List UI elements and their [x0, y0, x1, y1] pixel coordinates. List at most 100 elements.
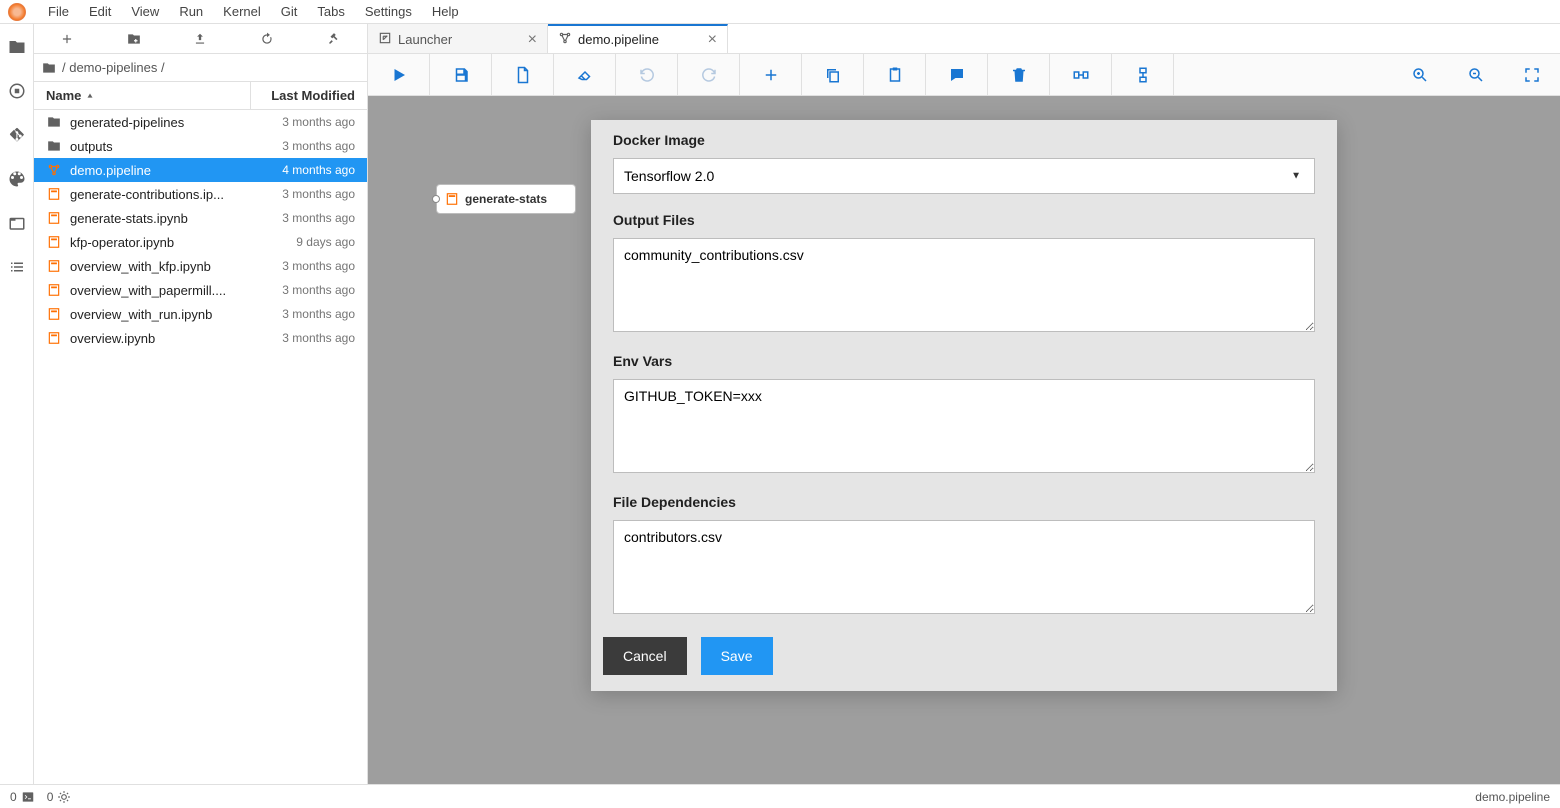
- save-pipeline-button[interactable]: [430, 54, 492, 95]
- arrange-h-button[interactable]: [1050, 54, 1112, 95]
- file-modified: 3 months ago: [282, 115, 355, 129]
- column-name[interactable]: Name: [34, 82, 251, 109]
- tabs-icon[interactable]: [8, 214, 26, 232]
- file-browser-toolbar: [34, 24, 367, 54]
- refresh-button[interactable]: [234, 32, 301, 46]
- notebook-icon: [46, 306, 62, 322]
- delete-button[interactable]: [988, 54, 1050, 95]
- content-area: Launcher × demo.pipeline ×: [368, 24, 1560, 784]
- pipeline-icon: [558, 31, 572, 48]
- zoom-out-button[interactable]: [1448, 54, 1504, 95]
- file-row[interactable]: overview.ipynb3 months ago: [34, 326, 367, 350]
- status-kernels[interactable]: 0: [47, 790, 72, 804]
- clear-button[interactable]: [554, 54, 616, 95]
- export-button[interactable]: [492, 54, 554, 95]
- file-name: outputs: [70, 139, 282, 154]
- file-modified: 4 months ago: [282, 163, 355, 177]
- pipeline-canvas[interactable]: generate-stats Docker Image Tensorflow 2…: [368, 96, 1560, 784]
- file-row[interactable]: demo.pipeline4 months ago: [34, 158, 367, 182]
- new-launcher-button[interactable]: [34, 32, 101, 46]
- zoom-in-button[interactable]: [1392, 54, 1448, 95]
- menu-edit[interactable]: Edit: [79, 2, 121, 21]
- notebook-icon: [46, 210, 62, 226]
- menu-help[interactable]: Help: [422, 2, 469, 21]
- file-row[interactable]: generate-contributions.ip...3 months ago: [34, 182, 367, 206]
- terminal-icon: [21, 790, 35, 804]
- menu-view[interactable]: View: [121, 2, 169, 21]
- notebook-icon: [46, 234, 62, 250]
- activity-bar: [0, 24, 34, 784]
- paste-button[interactable]: [864, 54, 926, 95]
- folder-icon[interactable]: [8, 38, 26, 56]
- status-filename: demo.pipeline: [1475, 790, 1550, 804]
- tab-launcher[interactable]: Launcher ×: [368, 24, 548, 53]
- menu-tabs[interactable]: Tabs: [307, 2, 354, 21]
- file-row[interactable]: outputs3 months ago: [34, 134, 367, 158]
- tab-bar: Launcher × demo.pipeline ×: [368, 24, 1560, 54]
- pipeline-icon: [46, 162, 62, 178]
- file-name: overview_with_papermill....: [70, 283, 282, 298]
- cut-button[interactable]: [740, 54, 802, 95]
- running-icon[interactable]: [8, 82, 26, 100]
- undo-button[interactable]: [616, 54, 678, 95]
- docker-image-select[interactable]: Tensorflow 2.0: [613, 158, 1315, 194]
- upload-button[interactable]: [167, 32, 234, 46]
- file-name: overview_with_run.ipynb: [70, 307, 282, 322]
- status-terminals[interactable]: 0: [10, 790, 35, 804]
- git-icon[interactable]: [8, 126, 26, 144]
- file-row[interactable]: kfp-operator.ipynb9 days ago: [34, 230, 367, 254]
- breadcrumb-path: / demo-pipelines /: [62, 60, 165, 75]
- jupyter-logo-icon: [8, 3, 26, 21]
- folder-icon: [46, 138, 62, 154]
- file-modified: 3 months ago: [282, 331, 355, 345]
- launcher-icon: [378, 31, 392, 48]
- save-button[interactable]: Save: [701, 637, 773, 675]
- env-vars-label: Env Vars: [613, 353, 1315, 369]
- file-name: generated-pipelines: [70, 115, 282, 130]
- breadcrumb[interactable]: / demo-pipelines /: [34, 54, 367, 82]
- toc-icon[interactable]: [8, 258, 26, 276]
- output-files-input[interactable]: [613, 238, 1315, 332]
- folder-icon: [42, 61, 56, 75]
- file-modified: 3 months ago: [282, 283, 355, 297]
- node-properties-dialog: Docker Image Tensorflow 2.0 Output Files…: [591, 120, 1337, 691]
- run-button[interactable]: [368, 54, 430, 95]
- sort-asc-icon: [85, 91, 95, 101]
- column-modified[interactable]: Last Modified: [251, 88, 367, 103]
- menu-settings[interactable]: Settings: [355, 2, 422, 21]
- file-row[interactable]: generated-pipelines3 months ago: [34, 110, 367, 134]
- notebook-icon: [46, 258, 62, 274]
- menu-kernel[interactable]: Kernel: [213, 2, 271, 21]
- env-vars-input[interactable]: [613, 379, 1315, 473]
- dialog-backdrop: Docker Image Tensorflow 2.0 Output Files…: [368, 96, 1560, 784]
- close-icon[interactable]: ×: [708, 32, 717, 48]
- comment-button[interactable]: [926, 54, 988, 95]
- copy-button[interactable]: [802, 54, 864, 95]
- tab-label: demo.pipeline: [578, 32, 659, 47]
- menu-run[interactable]: Run: [169, 2, 213, 21]
- tab-pipeline[interactable]: demo.pipeline ×: [548, 24, 728, 53]
- pipeline-toolbar: [368, 54, 1560, 96]
- new-folder-button[interactable]: [101, 32, 168, 46]
- file-deps-input[interactable]: [613, 520, 1315, 614]
- git-clone-button[interactable]: [300, 32, 367, 46]
- notebook-icon: [46, 282, 62, 298]
- file-row[interactable]: overview_with_papermill....3 months ago: [34, 278, 367, 302]
- zoom-fit-button[interactable]: [1504, 54, 1560, 95]
- redo-button[interactable]: [678, 54, 740, 95]
- file-browser: / demo-pipelines / Name Last Modified ge…: [34, 24, 368, 784]
- file-modified: 3 months ago: [282, 187, 355, 201]
- file-row[interactable]: overview_with_run.ipynb3 months ago: [34, 302, 367, 326]
- docker-image-label: Docker Image: [613, 132, 1315, 148]
- file-row[interactable]: generate-stats.ipynb3 months ago: [34, 206, 367, 230]
- menu-file[interactable]: File: [38, 2, 79, 21]
- notebook-icon: [46, 186, 62, 202]
- arrange-v-button[interactable]: [1112, 54, 1174, 95]
- cancel-button[interactable]: Cancel: [603, 637, 687, 675]
- menu-git[interactable]: Git: [271, 2, 308, 21]
- close-icon[interactable]: ×: [528, 32, 537, 48]
- file-name: overview_with_kfp.ipynb: [70, 259, 282, 274]
- kernel-icon: [57, 790, 71, 804]
- palette-icon[interactable]: [8, 170, 26, 188]
- file-row[interactable]: overview_with_kfp.ipynb3 months ago: [34, 254, 367, 278]
